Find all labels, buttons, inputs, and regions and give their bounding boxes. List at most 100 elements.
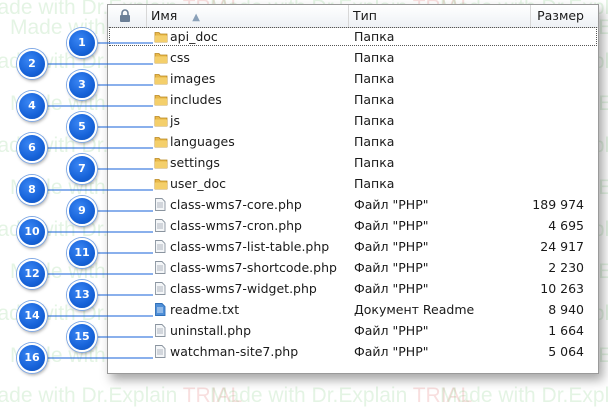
file-type: Папка <box>354 29 395 44</box>
file-size: 189 974 <box>532 197 584 212</box>
callout-badge: 9 <box>67 196 97 226</box>
file-type: Папка <box>354 92 395 107</box>
file-size: 10 263 <box>540 281 584 296</box>
column-header-icon[interactable] <box>108 5 147 27</box>
watermark-text: Made with Dr.Explain TRIAL <box>0 384 242 408</box>
column-header-size[interactable]: Размер <box>530 5 598 27</box>
watermark-text: Made with Dr.Explain TRIAL <box>440 384 608 408</box>
callout-badge: 12 <box>17 259 47 289</box>
column-header-name-label: Имя <box>151 8 178 23</box>
callout-badge: 15 <box>67 322 97 352</box>
php-file-icon <box>154 345 168 358</box>
watermark-text: Made with Dr.Explain TRIAL <box>210 384 472 408</box>
file-type: Файл "PHP" <box>354 197 429 212</box>
file-type: Папка <box>354 71 395 86</box>
file-name: api_doc <box>170 29 218 44</box>
file-row[interactable]: readme.txt Документ Readme 8 940 <box>108 299 598 320</box>
file-list-panel: Имя ▲ Тип Размер api_doc Папка css Папка ima… <box>107 4 599 374</box>
sort-ascending-icon: ▲ <box>192 12 200 23</box>
watermark-suffix: TRIAL <box>412 384 473 407</box>
php-file-icon <box>154 282 168 295</box>
file-name: user_doc <box>170 176 226 191</box>
folder-icon <box>154 93 168 106</box>
file-size: 8 940 <box>548 302 584 317</box>
folder-icon <box>154 51 168 64</box>
file-name: watchman-site7.php <box>170 344 299 359</box>
file-size: 5 064 <box>548 344 584 359</box>
file-name: languages <box>170 134 235 149</box>
php-file-icon <box>154 219 168 232</box>
callout-badge: 3 <box>67 70 97 100</box>
callout-badge: 14 <box>17 301 47 331</box>
file-name: settings <box>170 155 220 170</box>
callout-badge: 13 <box>67 280 97 310</box>
callout-badge: 10 <box>17 217 47 247</box>
callout-badge: 16 <box>17 343 47 373</box>
file-name: includes <box>170 92 222 107</box>
file-row[interactable]: uninstall.php Файл "PHP" 1 664 <box>108 320 598 341</box>
callout-badge: 6 <box>17 133 47 163</box>
file-type: Документ Readme <box>354 302 475 317</box>
column-header-type[interactable]: Тип <box>348 5 531 27</box>
file-row[interactable]: user_doc Папка <box>108 173 598 194</box>
php-file-icon <box>154 198 168 211</box>
file-name: readme.txt <box>170 302 240 317</box>
callout-badge: 11 <box>67 238 97 268</box>
callout-badge: 1 <box>67 28 97 58</box>
file-name: uninstall.php <box>170 323 252 338</box>
file-type: Файл "PHP" <box>354 239 429 254</box>
file-type: Папка <box>354 176 395 191</box>
column-header-name[interactable]: Имя ▲ <box>146 5 349 27</box>
file-type: Папка <box>354 155 395 170</box>
php-file-icon <box>154 324 168 337</box>
column-header-type-label: Тип <box>353 8 377 23</box>
file-row[interactable]: class-wms7-core.php Файл "PHP" 189 974 <box>108 194 598 215</box>
file-row[interactable]: class-wms7-shortcode.php Файл "PHP" 2 230 <box>108 257 598 278</box>
file-row[interactable]: class-wms7-cron.php Файл "PHP" 4 695 <box>108 215 598 236</box>
watermark-prefix: Made with Dr.Explain <box>0 384 183 407</box>
file-name: class-wms7-shortcode.php <box>170 260 337 275</box>
watermark-suffix: TRIAL <box>182 384 243 407</box>
file-row[interactable]: images Папка <box>108 68 598 89</box>
file-type: Файл "PHP" <box>354 344 429 359</box>
php-file-icon <box>154 240 168 253</box>
file-row[interactable]: includes Папка <box>108 89 598 110</box>
file-row[interactable]: class-wms7-list-table.php Файл "PHP" 24 91… <box>108 236 598 257</box>
file-size: 2 230 <box>548 260 584 275</box>
column-header-size-label: Размер <box>537 8 584 23</box>
file-type: Файл "PHP" <box>354 260 429 275</box>
watermark-prefix: Made with Dr.Explain <box>210 384 413 407</box>
file-name: class-wms7-cron.php <box>170 218 302 233</box>
file-name: class-wms7-widget.php <box>170 281 317 296</box>
file-row[interactable]: api_doc Папка <box>108 26 598 47</box>
file-type: Папка <box>354 113 395 128</box>
text-file-icon <box>154 303 168 316</box>
callout-badge: 7 <box>67 154 97 184</box>
file-name: css <box>170 50 190 65</box>
file-size: 24 917 <box>540 239 584 254</box>
file-row[interactable]: languages Папка <box>108 131 598 152</box>
file-row[interactable]: class-wms7-widget.php Файл "PHP" 10 263 <box>108 278 598 299</box>
file-name: class-wms7-list-table.php <box>170 239 330 254</box>
file-size: 4 695 <box>548 218 584 233</box>
file-name: js <box>170 113 180 128</box>
file-row[interactable]: js Папка <box>108 110 598 131</box>
folder-icon <box>154 135 168 148</box>
file-row[interactable]: css Папка <box>108 47 598 68</box>
file-type: Папка <box>354 50 395 65</box>
file-row[interactable]: settings Папка <box>108 152 598 173</box>
lock-icon <box>120 9 130 22</box>
column-header-row: Имя ▲ Тип Размер <box>108 5 598 28</box>
callout-badge: 5 <box>67 112 97 142</box>
file-size: 1 664 <box>548 323 584 338</box>
folder-icon <box>154 30 168 43</box>
callout-badge: 2 <box>17 49 47 79</box>
folder-icon <box>154 177 168 190</box>
file-type: Файл "PHP" <box>354 218 429 233</box>
file-name: images <box>170 71 216 86</box>
file-row[interactable]: watchman-site7.php Файл "PHP" 5 064 <box>108 341 598 362</box>
php-file-icon <box>154 261 168 274</box>
file-type: Папка <box>354 134 395 149</box>
file-type: Файл "PHP" <box>354 281 429 296</box>
file-type: Файл "PHP" <box>354 323 429 338</box>
